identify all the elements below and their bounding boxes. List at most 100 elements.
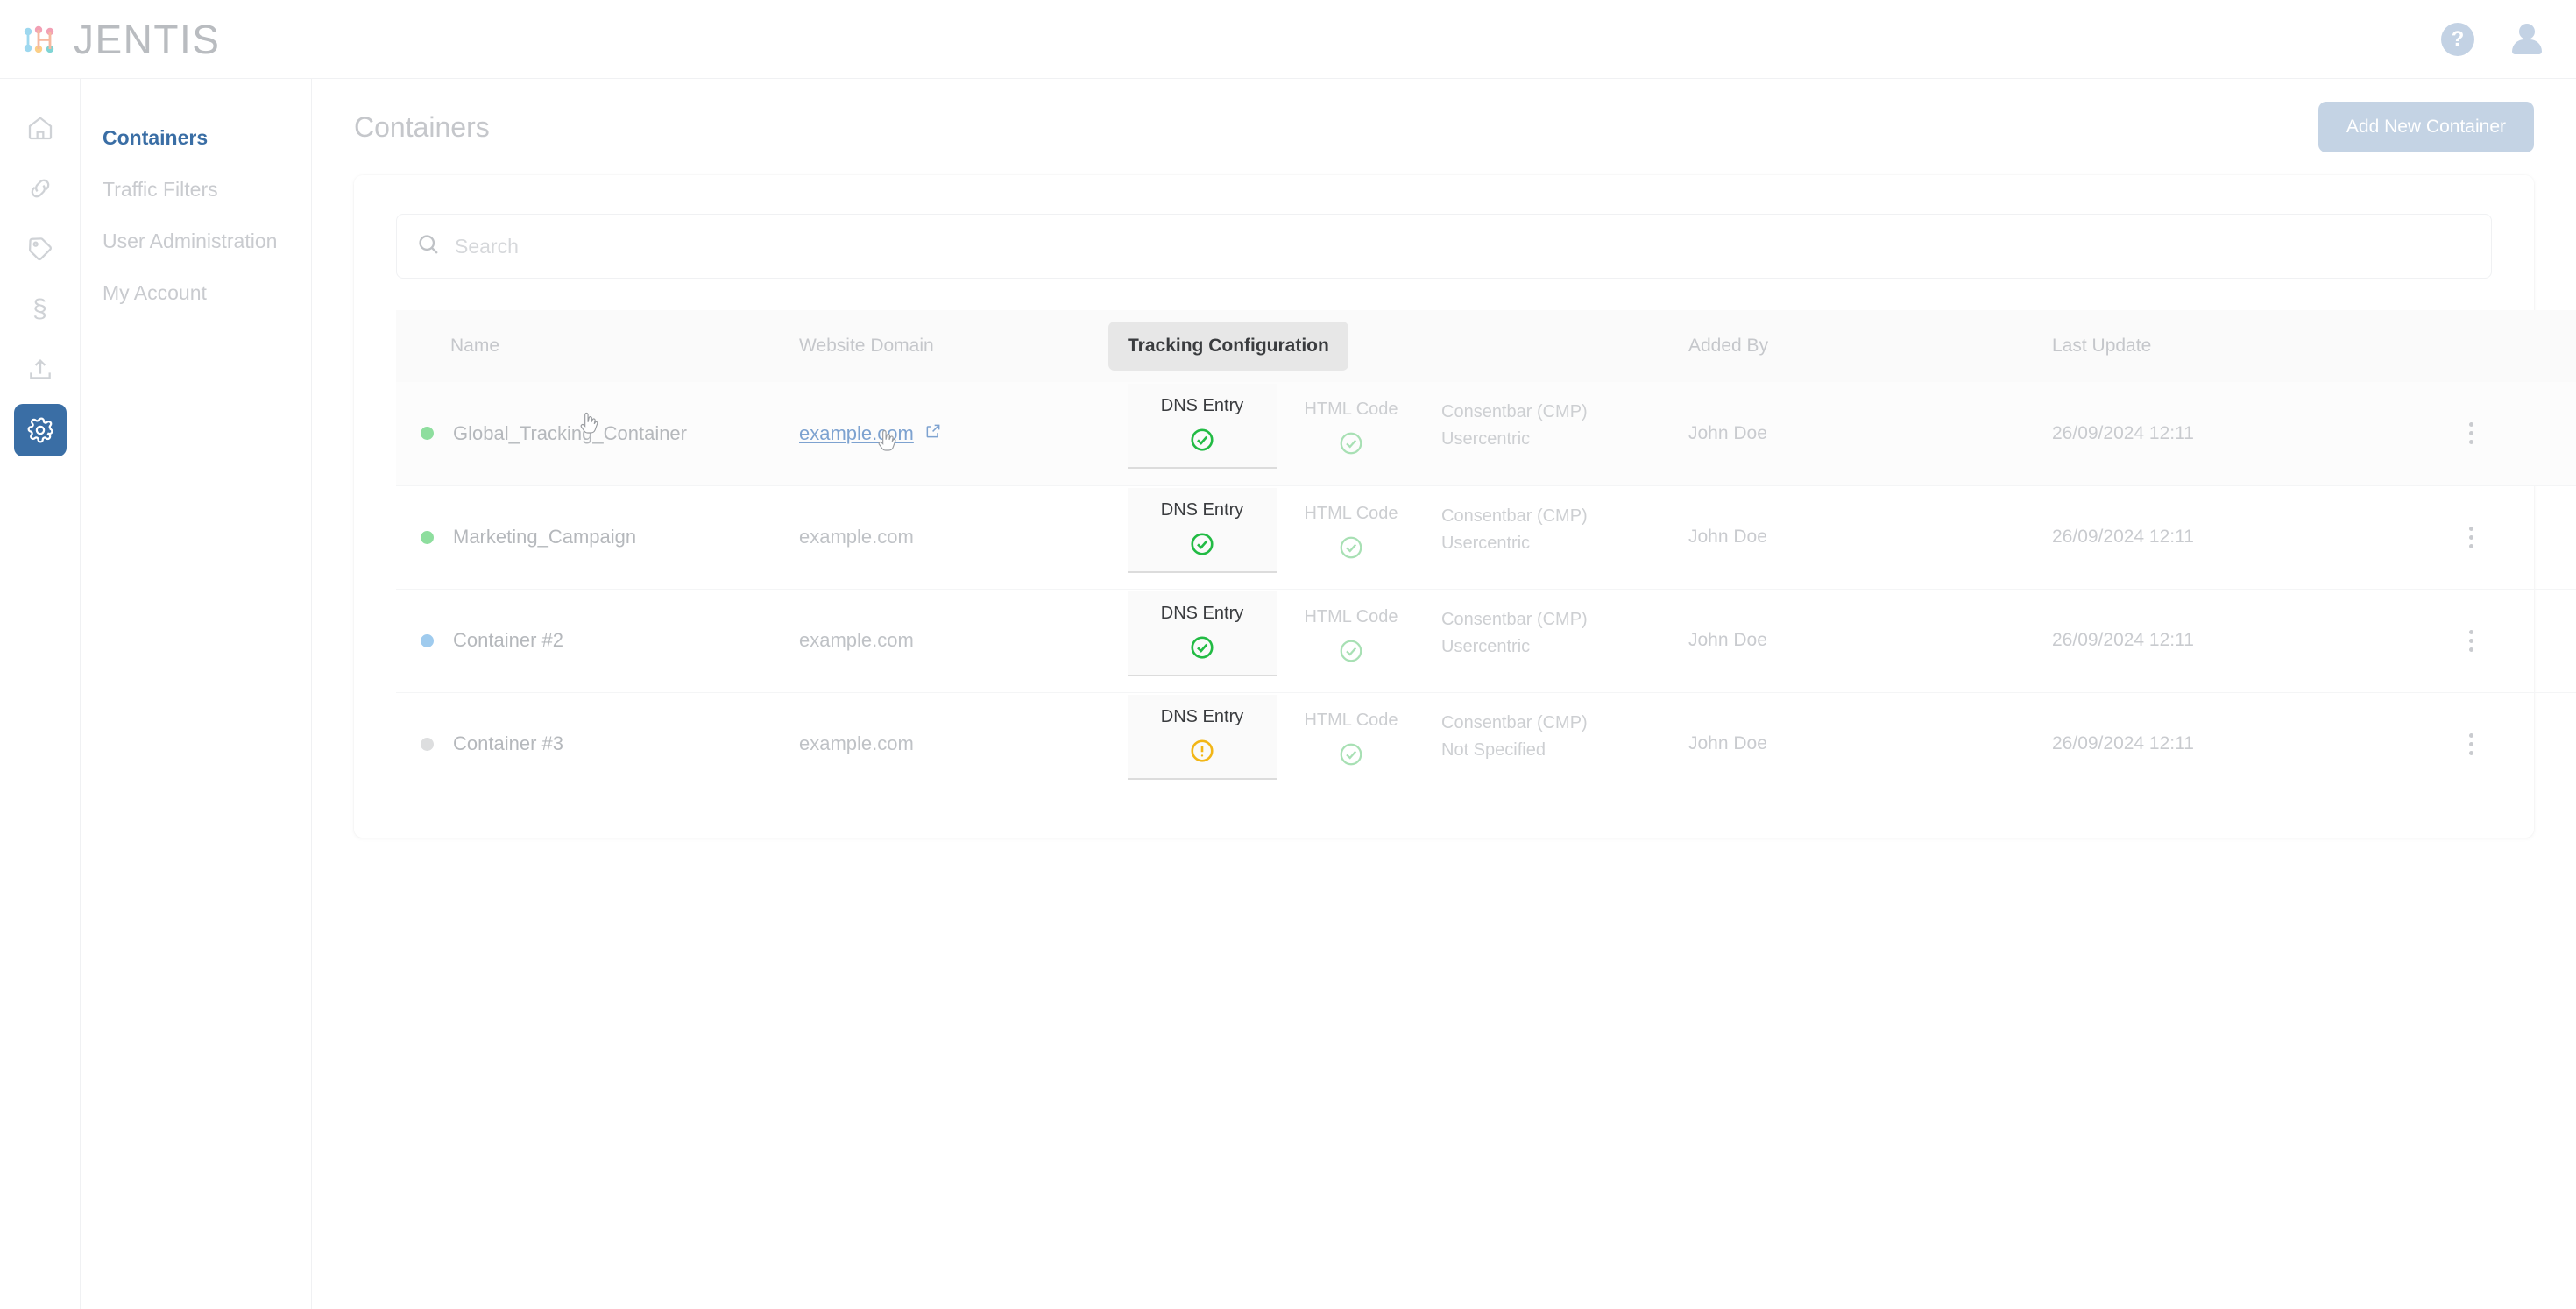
home-icon[interactable]	[14, 102, 67, 154]
page-title: Containers	[354, 110, 490, 143]
tracking-dns-entry: DNS Entry	[1128, 694, 1277, 780]
search-icon	[416, 232, 441, 261]
cell-name: Global_Tracking_Container	[396, 382, 799, 485]
kebab-menu-icon[interactable]	[2453, 629, 2488, 652]
column-header-label: Name	[450, 336, 500, 356]
cell-actions	[2429, 589, 2576, 692]
tracking-dns-entry: DNS Entry	[1128, 591, 1277, 676]
column-header-added-by[interactable]: Added By	[1688, 310, 2052, 382]
sidebar-item-label: User Administration	[103, 230, 278, 252]
check-circle-icon	[1338, 534, 1364, 561]
consentbar-value: Usercentric	[1441, 429, 1531, 449]
consentbar-label: Consentbar (CMP)	[1441, 712, 1588, 732]
column-header-website-domain[interactable]: Website Domain	[799, 310, 1128, 382]
consentbar-label: Consentbar (CMP)	[1441, 506, 1588, 526]
cell-website-domain: example.com	[799, 485, 1128, 589]
warning-circle-icon	[1189, 738, 1215, 764]
paragraph-glyph: §	[32, 294, 47, 323]
consentbar-label: Consentbar (CMP)	[1441, 609, 1588, 629]
column-header-tracking-configuration[interactable]: Tracking Configuration	[1108, 310, 1688, 382]
kebab-menu-icon[interactable]	[2453, 526, 2488, 548]
domain-text: example.com	[799, 732, 914, 755]
column-header-last-update[interactable]: Last Update	[2052, 310, 2429, 382]
sidebar-item-user-administration[interactable]: User Administration	[81, 216, 311, 267]
cell-added-by: John Doe	[1688, 382, 2052, 485]
column-header-label: Added By	[1688, 336, 1769, 356]
added-by-value: John Doe	[1688, 527, 1767, 547]
cell-website-domain: example.com	[799, 382, 1128, 485]
brand-name: JENTIS	[74, 16, 221, 62]
avatar-head	[2519, 23, 2535, 39]
check-circle-icon	[1189, 427, 1215, 453]
cell-last-update: 26/09/2024 12:11	[2052, 692, 2429, 796]
sidebar-item-my-account[interactable]: My Account	[81, 267, 311, 319]
add-new-container-button[interactable]: Add New Container	[2318, 102, 2534, 152]
tracking-html-code: HTML Code	[1277, 709, 1426, 768]
tracking-label: DNS Entry	[1160, 603, 1244, 623]
column-header-label: Last Update	[2052, 336, 2152, 356]
top-bar: JENTIS ?	[0, 0, 2576, 79]
column-header-name[interactable]: Name	[396, 310, 799, 382]
added-by-value: John Doe	[1688, 422, 1767, 443]
cell-tracking-configuration: DNS Entry HTML Code	[1128, 485, 1688, 589]
tag-icon[interactable]	[14, 223, 67, 275]
check-circle-icon	[1338, 638, 1364, 664]
added-by-value: John Doe	[1688, 630, 1767, 650]
tracking-html-code: HTML Code	[1277, 502, 1426, 561]
status-dot	[421, 530, 434, 544]
tracking-label: HTML Code	[1304, 606, 1398, 626]
brand-logo[interactable]: JENTIS	[23, 16, 220, 63]
table-row[interactable]: Container #2 example.com DNS Entry HTML …	[396, 589, 2576, 692]
container-name: Global_Tracking_Container	[453, 421, 687, 444]
help-glyph: ?	[2451, 26, 2465, 51]
check-circle-icon	[1338, 430, 1364, 456]
search-box[interactable]	[396, 214, 2492, 279]
gear-icon[interactable]	[13, 404, 67, 456]
cell-actions	[2429, 485, 2576, 589]
cell-name: Container #2	[396, 589, 799, 692]
domain-text: example.com	[799, 421, 914, 444]
tracking-label: DNS Entry	[1160, 706, 1244, 726]
table-header-row: Name Website Domain Tracking Configurati…	[396, 310, 2576, 382]
kebab-menu-icon[interactable]	[2453, 732, 2488, 755]
page-header: Containers Add New Container	[312, 79, 2576, 175]
sidebar-item-label: Traffic Filters	[103, 178, 218, 201]
upload-icon[interactable]	[14, 343, 67, 396]
check-circle-icon	[1189, 531, 1215, 557]
cell-tracking-configuration: DNS Entry HTML Code	[1128, 382, 1688, 485]
status-dot	[421, 633, 434, 647]
jentis-logo-icon	[23, 22, 63, 57]
cell-added-by: John Doe	[1688, 485, 2052, 589]
column-header-actions	[2429, 310, 2576, 382]
link-icon[interactable]	[14, 162, 67, 215]
main-content: Containers Add New Container Search Name…	[312, 79, 2576, 1309]
consentbar-label: Consentbar (CMP)	[1441, 402, 1588, 422]
icon-rail: §	[0, 79, 81, 1309]
cell-name: Container #3	[396, 692, 799, 796]
user-avatar-icon[interactable]	[2509, 22, 2544, 57]
check-circle-icon	[1338, 741, 1364, 768]
table-body: Global_Tracking_Container example.com DN…	[396, 382, 2576, 796]
kebab-menu-icon[interactable]	[2453, 422, 2488, 445]
table-row[interactable]: Container #3 example.com DNS Entry HTML …	[396, 692, 2576, 796]
cell-name: Marketing_Campaign	[396, 485, 799, 589]
sidebar-item-traffic-filters[interactable]: Traffic Filters	[81, 164, 311, 216]
tracking-dns-entry: DNS Entry	[1128, 384, 1277, 470]
table-row[interactable]: Marketing_Campaign example.com DNS Entry	[396, 485, 2576, 589]
consentbar-value: Usercentric	[1441, 533, 1531, 553]
column-header-label: Tracking Configuration	[1108, 322, 1348, 371]
sidebar-item-containers[interactable]: Containers	[81, 112, 311, 164]
paragraph-icon[interactable]: §	[14, 283, 67, 336]
domain-link[interactable]: example.com	[799, 422, 942, 445]
sidebar-item-label: Containers	[103, 126, 209, 149]
search-input[interactable]	[455, 234, 2491, 258]
container-name: Container #2	[453, 629, 563, 651]
help-circle-icon[interactable]: ?	[2441, 22, 2474, 56]
table-row[interactable]: Global_Tracking_Container example.com DN…	[396, 382, 2576, 485]
status-dot	[421, 737, 434, 751]
check-circle-icon	[1189, 634, 1215, 661]
last-update-value: 26/09/2024 12:11	[2052, 527, 2194, 547]
domain-text: example.com	[799, 526, 914, 548]
status-dot	[421, 427, 434, 441]
cell-tracking-configuration: DNS Entry HTML Code	[1128, 589, 1688, 692]
